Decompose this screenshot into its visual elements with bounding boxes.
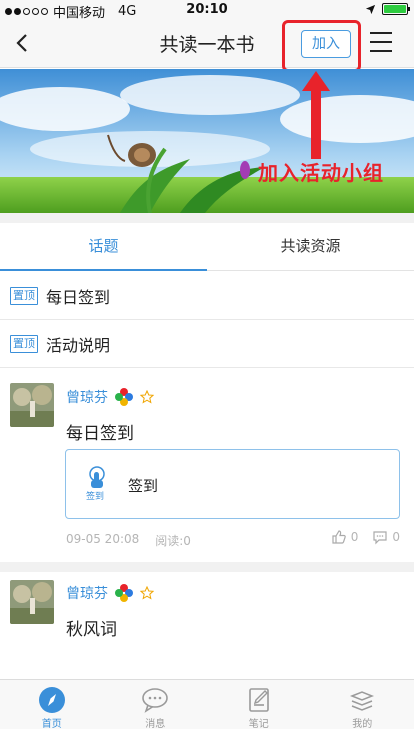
post-meta: 09-05 20:08 阅读:0: [66, 532, 191, 549]
location-arrow-icon: [365, 4, 376, 14]
tab-mine[interactable]: 我的: [311, 680, 414, 729]
tab-notes-label: 笔记: [248, 719, 269, 729]
post-author[interactable]: 曾琼芬: [66, 583, 154, 603]
comment-icon: [373, 531, 387, 545]
checkin-card[interactable]: 签到 签到: [65, 449, 400, 519]
flower-badge-icon: [115, 584, 133, 602]
compass-icon: [38, 687, 65, 713]
tab-shared-resources[interactable]: 共读资源: [207, 223, 414, 270]
tab-messages-label: 消息: [145, 719, 166, 729]
hamburger-menu-icon[interactable]: [370, 32, 394, 54]
author-name: 曾琼芬: [66, 586, 108, 602]
checkin-label: 签到: [128, 477, 159, 495]
author-name: 曾琼芬: [66, 390, 108, 406]
nav-bar: 共读一本书 加入: [0, 20, 414, 72]
battery-fill: [384, 5, 406, 13]
battery-icon: [382, 3, 410, 15]
tab-notes[interactable]: 笔记: [207, 680, 311, 729]
post-item[interactable]: 曾琼芬 每日签到 签到 签到 09-05 20:08 阅读:0 0 0: [0, 369, 414, 562]
post-item[interactable]: 曾琼芬 秋风词: [0, 572, 414, 678]
post-date: 09-05 20:08: [66, 532, 140, 546]
bottom-tab-bar: 首页 消息 笔记 我的: [0, 679, 414, 729]
post-text: 秋风词: [66, 620, 117, 640]
post-text: 每日签到: [66, 424, 134, 444]
post-actions: 0 0: [331, 529, 400, 545]
status-time: 20:10: [186, 2, 228, 17]
banner-illustration: [0, 69, 414, 213]
pinned-item[interactable]: 置顶 每日签到: [0, 272, 414, 320]
content-tabs: 话题 共读资源: [0, 223, 414, 271]
pinned-tag: 置顶: [10, 334, 38, 353]
chat-bubble-icon: [142, 688, 169, 713]
status-bar: 中国移动 4G 20:10: [0, 0, 414, 21]
comment-button[interactable]: 0: [372, 529, 400, 545]
tab-messages[interactable]: 消息: [104, 680, 208, 729]
join-button[interactable]: 加入: [301, 30, 351, 58]
post-reads: 阅读:0: [155, 534, 191, 548]
star-icon: [140, 390, 154, 404]
tab-topics[interactable]: 话题: [0, 223, 207, 271]
post-author[interactable]: 曾琼芬: [66, 387, 154, 407]
red-arrow-icon: [302, 71, 330, 159]
note-edit-icon: [248, 688, 269, 712]
tab-home[interactable]: 首页: [0, 680, 104, 729]
pinned-title: 每日签到: [46, 287, 111, 307]
banner-overlay-label: 加入活动小组: [258, 161, 384, 185]
banner-image: 加入活动小组: [0, 69, 414, 213]
avatar[interactable]: [10, 383, 54, 427]
pinned-tag: 置顶: [10, 286, 38, 305]
flower-badge-icon: [115, 388, 133, 406]
stack-layers-icon: [350, 691, 375, 711]
thumbs-up-icon: [332, 530, 346, 544]
post-separator: [0, 562, 414, 572]
status-right: [365, 3, 410, 15]
comment-count: 0: [392, 530, 400, 544]
checkin-icon-label: 签到: [86, 492, 105, 502]
star-icon: [140, 586, 154, 600]
like-count: 0: [350, 530, 359, 544]
pinned-item[interactable]: 置顶 活动说明: [0, 320, 414, 368]
pinned-title: 活动说明: [46, 335, 111, 355]
section-gap: [0, 213, 414, 223]
tab-home-label: 首页: [41, 719, 62, 729]
avatar[interactable]: [10, 580, 54, 624]
tab-mine-label: 我的: [352, 719, 373, 729]
like-button[interactable]: 0: [331, 529, 359, 545]
